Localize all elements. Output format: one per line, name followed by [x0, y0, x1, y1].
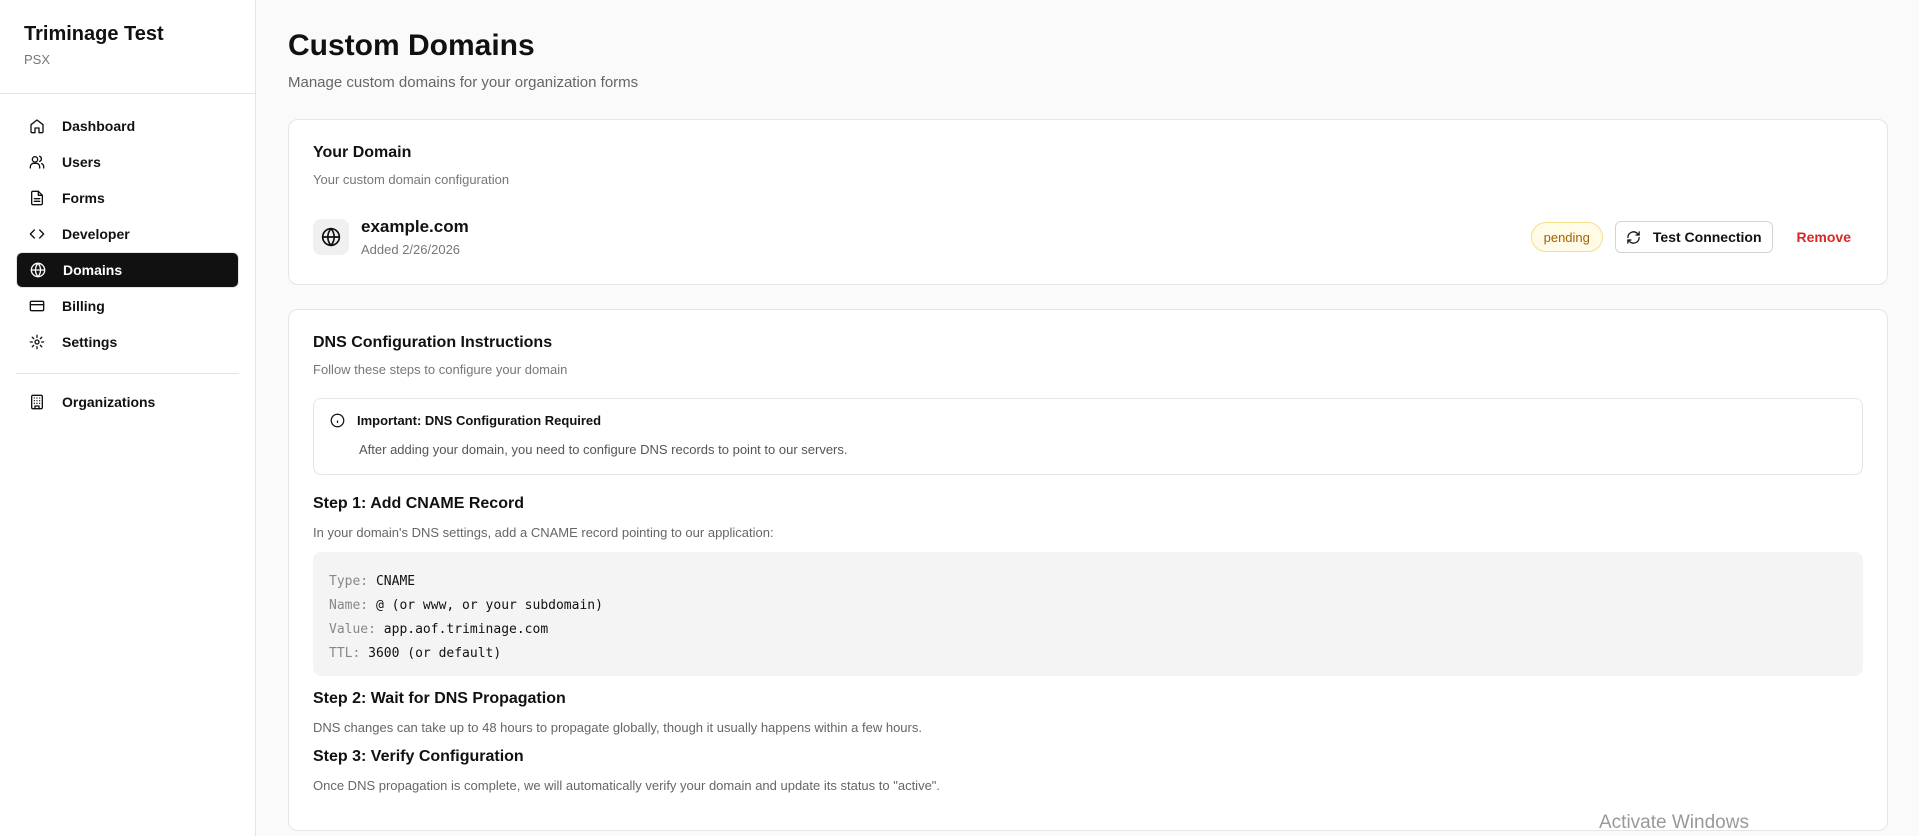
step3-text: Once DNS propagation is complete, we wil… [313, 778, 941, 793]
info-icon [330, 413, 345, 428]
sidebar-item-domains[interactable]: Domains [16, 252, 239, 288]
dns-alert: Important: DNS Configuration Required Af… [313, 398, 1863, 475]
sidebar: Triminage Test PSX Dashboard Users Forms… [0, 0, 256, 836]
record-name-value: @ (or www, or your subdomain) [375, 598, 603, 613]
remove-button[interactable]: Remove [1785, 221, 1863, 253]
step1-title: Step 1: Add CNAME Record [313, 495, 524, 512]
sidebar-item-settings[interactable]: Settings [16, 324, 239, 360]
sidebar-item-dashboard[interactable]: Dashboard [16, 108, 239, 144]
org-header: Triminage Test PSX [0, 0, 255, 94]
record-type-value: CNAME [375, 574, 416, 589]
users-icon [29, 154, 45, 170]
building-icon [29, 394, 45, 410]
code-icon [29, 226, 45, 242]
record-name-line: Name: @ (or www, or your subdomain) [329, 594, 1847, 618]
alert-body: After adding your domain, you need to co… [359, 442, 848, 457]
step1-text: In your domain's DNS settings, add a CNA… [313, 525, 774, 540]
file-icon [29, 190, 45, 206]
record-ttl-value: 3600 (or default) [368, 646, 502, 661]
sidebar-item-organizations[interactable]: Organizations [16, 384, 239, 420]
test-connection-label: Test Connection [1652, 229, 1762, 245]
page-title: Custom Domains [288, 29, 535, 62]
alert-title: Important: DNS Configuration Required [357, 413, 602, 428]
sidebar-item-label: Domains [63, 262, 123, 278]
step2-title: Step 2: Wait for DNS Propagation [313, 690, 566, 707]
step2-text: DNS changes can take up to 48 hours to p… [313, 720, 922, 735]
test-connection-button[interactable]: Test Connection [1614, 221, 1773, 253]
sidebar-item-label: Forms [62, 190, 105, 206]
sidebar-item-label: Settings [62, 334, 118, 350]
record-ttl-key: TTL: [329, 646, 361, 661]
credit-card-icon [29, 298, 45, 314]
domain-added-date: Added 2/26/2026 [361, 242, 461, 257]
sidebar-item-billing[interactable]: Billing [16, 288, 239, 324]
record-name-key: Name: [329, 598, 369, 613]
sidebar-item-label: Billing [62, 298, 105, 314]
main-content: Custom Domains Manage custom domains for… [288, 0, 1888, 831]
domain-card-subtitle: Your custom domain configuration [313, 172, 510, 187]
domain-actions: pending Test Connection Remove [1530, 221, 1863, 253]
gear-icon [29, 334, 45, 350]
record-type-key: Type: [329, 574, 369, 589]
sidebar-item-forms[interactable]: Forms [16, 180, 239, 216]
record-value-line: Value: app.aof.triminage.com [329, 618, 1847, 642]
domain-card: Your Domain Your custom domain configura… [288, 119, 1888, 285]
sidebar-divider [16, 373, 239, 374]
sidebar-item-developer[interactable]: Developer [16, 216, 239, 252]
globe-icon [313, 219, 349, 255]
record-type-line: Type: CNAME [329, 570, 1847, 594]
dns-card-subtitle: Follow these steps to configure your dom… [313, 362, 568, 377]
sidebar-item-label: Users [62, 154, 101, 170]
activate-windows-watermark: Activate Windows [1599, 812, 1749, 833]
sidebar-item-label: Dashboard [62, 118, 136, 134]
domain-row: example.com Added 2/26/2026 pending Test… [313, 216, 1863, 258]
refresh-icon [1627, 230, 1640, 244]
record-value-key: Value: [329, 622, 376, 637]
globe-icon [30, 262, 46, 278]
domain-card-title: Your Domain [313, 144, 412, 161]
domain-info: example.com Added 2/26/2026 [361, 217, 469, 257]
record-value-value: app.aof.triminage.com [383, 622, 549, 637]
org-subtitle: PSX [24, 52, 51, 67]
sidebar-item-users[interactable]: Users [16, 144, 239, 180]
domain-name: example.com [361, 217, 469, 236]
page-subtitle: Manage custom domains for your organizat… [288, 74, 639, 91]
cname-record-block: Type: CNAME Name: @ (or www, or your sub… [313, 552, 1863, 676]
step3-title: Step 3: Verify Configuration [313, 748, 524, 765]
alert-header: Important: DNS Configuration Required [330, 413, 1846, 428]
org-name: Triminage Test [24, 23, 164, 45]
dns-card-title: DNS Configuration Instructions [313, 334, 553, 351]
record-ttl-line: TTL: 3600 (or default) [329, 642, 1847, 666]
sidebar-nav: Dashboard Users Forms Developer Domains … [0, 94, 255, 420]
home-icon [29, 118, 45, 134]
sidebar-item-label: Developer [62, 226, 130, 242]
status-badge: pending [1530, 222, 1603, 252]
dns-instructions-card: DNS Configuration Instructions Follow th… [288, 309, 1888, 831]
sidebar-item-label: Organizations [62, 394, 156, 410]
